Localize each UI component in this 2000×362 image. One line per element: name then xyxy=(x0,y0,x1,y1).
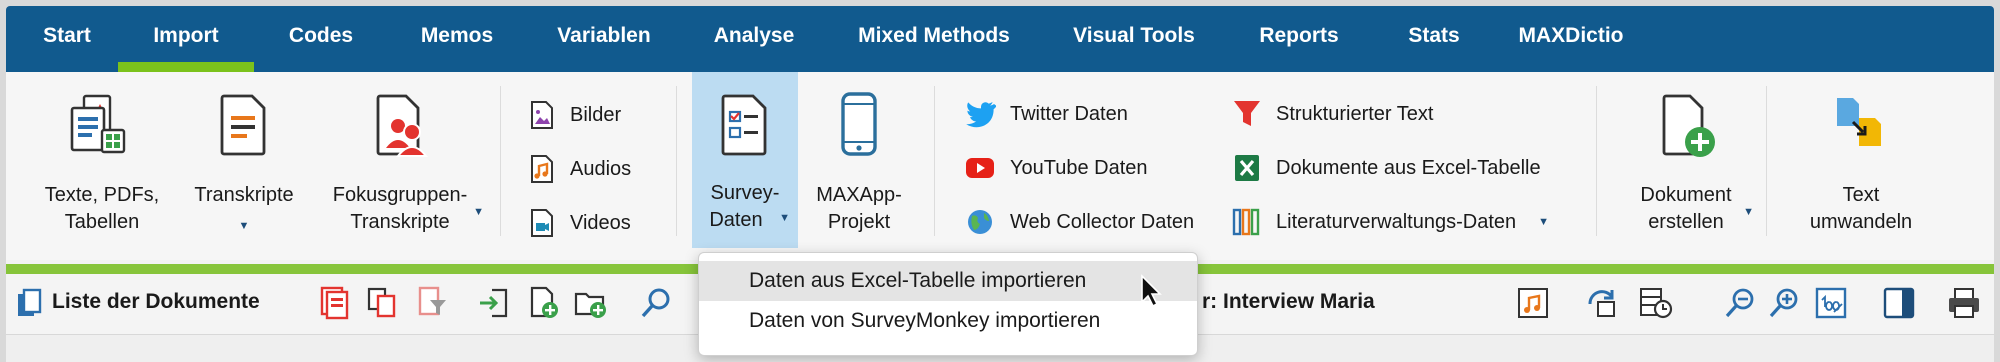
document-list-title: Liste der Dokumente xyxy=(52,290,260,313)
import-ribbon: Texte, PDFs, Tabellen Transkripte ▼ Foku… xyxy=(6,72,1994,260)
new-document-icon xyxy=(1662,94,1715,157)
reference-manager-label: Literaturverwaltungs-Daten xyxy=(1276,210,1517,233)
audio-media-icon[interactable] xyxy=(1516,286,1550,320)
import-twitter-button[interactable]: Twitter Daten xyxy=(964,100,1128,128)
documents-sets-icon[interactable] xyxy=(366,286,400,320)
convert-text-icon xyxy=(1837,98,1881,146)
ribbon-separator xyxy=(934,86,935,236)
import-reference-manager-button[interactable]: Literaturverwaltungs-Daten ▼ xyxy=(1232,206,1549,238)
books-icon xyxy=(1232,208,1260,236)
zoom-in-icon[interactable] xyxy=(1768,286,1802,320)
import-survey-data-button[interactable]: Survey- Daten ▼ xyxy=(692,72,798,248)
ribbon-separator xyxy=(676,86,677,236)
import-videos-button[interactable]: Videos xyxy=(528,208,631,238)
survey-dropdown-caret[interactable]: ▼ xyxy=(779,205,790,232)
youtube-label: YouTube Daten xyxy=(1010,156,1148,179)
tab-memos[interactable]: Memos xyxy=(410,6,504,72)
globe-icon xyxy=(968,210,992,234)
create-document-label-line2: erstellen xyxy=(1648,211,1724,233)
mobile-phone-icon xyxy=(841,92,877,156)
tab-mixed-methods[interactable]: Mixed Methods xyxy=(846,6,1022,72)
document-browser-title: r: Interview Maria xyxy=(1202,290,1375,313)
funnel-icon xyxy=(1234,101,1260,126)
menu-item-import-excel[interactable]: Daten aus Excel-Tabelle importieren xyxy=(699,261,1197,301)
print-icon[interactable] xyxy=(1946,286,1982,320)
tab-start[interactable]: Start xyxy=(28,6,106,72)
import-maxapp-project-button[interactable]: MAXApp- Projekt xyxy=(806,80,912,248)
maxapp-label-line2: Projekt xyxy=(827,211,891,233)
images-label: Bilder xyxy=(570,103,622,126)
text-pdf-table-icon xyxy=(70,94,126,154)
audio-file-icon xyxy=(531,155,553,183)
focus-group-dropdown-caret[interactable]: ▼ xyxy=(473,199,484,226)
import-youtube-button[interactable]: YouTube Daten xyxy=(964,154,1148,182)
create-document-label-line1: Dokument xyxy=(1640,184,1732,206)
tab-codes[interactable]: Codes xyxy=(274,6,368,72)
import-images-button[interactable]: Bilder xyxy=(528,100,621,130)
survey-data-dropdown-menu: Daten aus Excel-Tabelle importieren Date… xyxy=(698,252,1198,356)
search-icon[interactable] xyxy=(640,286,674,320)
tab-analyse[interactable]: Analyse xyxy=(704,6,804,72)
tab-visual-tools[interactable]: Visual Tools xyxy=(1062,6,1206,72)
tab-import[interactable]: Import xyxy=(118,6,254,72)
document-list-icon xyxy=(18,288,42,316)
survey-label-line1: Survey- xyxy=(710,182,780,204)
history-icon[interactable] xyxy=(1638,286,1674,320)
maxapp-label-line1: MAXApp- xyxy=(816,184,902,206)
import-audios-button[interactable]: Audios xyxy=(528,154,631,184)
transcript-icon xyxy=(220,94,266,156)
tab-variablen[interactable]: Variablen xyxy=(546,6,662,72)
video-file-icon xyxy=(531,209,553,237)
excel-icon xyxy=(1235,155,1259,181)
refresh-icon[interactable] xyxy=(1584,286,1620,320)
import-focus-group-button[interactable]: Fokusgruppen- Transkripte ▼ xyxy=(320,80,484,248)
structured-text-label: Strukturierter Text xyxy=(1276,102,1434,125)
convert-text-label-line2: umwandeln xyxy=(1809,211,1913,233)
image-file-icon xyxy=(531,101,553,129)
convert-text-label-line1: Text xyxy=(1842,184,1880,206)
menu-item-import-surveymonkey[interactable]: Daten von SurveyMonkey importieren xyxy=(699,301,1197,341)
import-arrow-icon[interactable] xyxy=(478,286,510,320)
mouse-pointer-icon xyxy=(1141,274,1162,308)
ribbon-separator xyxy=(500,86,501,236)
texts-label-line1: Texte, PDFs, xyxy=(44,184,160,206)
transcripts-dropdown-caret[interactable]: ▼ xyxy=(184,213,304,240)
tab-reports[interactable]: Reports xyxy=(1246,6,1352,72)
new-text-document-icon[interactable] xyxy=(528,286,560,320)
ribbon-separator xyxy=(1766,86,1767,236)
ribbon-separator xyxy=(1596,86,1597,236)
import-transcripts-button[interactable]: Transkripte ▼ xyxy=(184,80,304,248)
youtube-icon xyxy=(966,158,994,178)
focus-group-label-line2: Transkripte xyxy=(350,211,450,233)
survey-form-icon xyxy=(721,94,767,156)
app-window: Start Import Codes Memos Variablen Analy… xyxy=(6,6,1994,362)
zoom-100-percent-icon[interactable] xyxy=(1814,286,1848,320)
texts-label-line2: Tabellen xyxy=(64,211,140,233)
import-texts-pdfs-button[interactable]: Texte, PDFs, Tabellen xyxy=(28,80,176,248)
new-document-group-icon[interactable] xyxy=(574,286,608,320)
excel-documents-label: Dokumente aus Excel-Tabelle xyxy=(1276,156,1541,179)
twitter-label: Twitter Daten xyxy=(1010,102,1128,125)
videos-label: Videos xyxy=(570,211,631,234)
web-collector-label: Web Collector Daten xyxy=(1010,210,1195,233)
transcripts-label: Transkripte xyxy=(194,184,294,206)
import-web-collector-button[interactable]: Web Collector Daten xyxy=(964,208,1194,236)
create-document-button[interactable]: Dokument erstellen ▼ xyxy=(1616,80,1756,248)
import-excel-documents-button[interactable]: Dokumente aus Excel-Tabelle xyxy=(1232,152,1541,184)
zoom-out-icon[interactable] xyxy=(1724,286,1758,320)
create-document-dropdown-caret[interactable]: ▼ xyxy=(1743,199,1754,226)
reference-manager-dropdown-caret[interactable]: ▼ xyxy=(1538,216,1549,228)
twitter-bird-icon xyxy=(966,102,996,128)
focus-group-icon xyxy=(376,94,429,157)
focus-group-label-line1: Fokusgruppen- xyxy=(332,184,468,206)
side-panel-icon[interactable] xyxy=(1882,286,1916,320)
main-menu-bar: Start Import Codes Memos Variablen Analy… xyxy=(6,6,1994,72)
tab-maxdictio[interactable]: MAXDictio xyxy=(1506,6,1636,72)
audios-label: Audios xyxy=(570,157,632,180)
filter-documents-icon[interactable] xyxy=(416,286,448,320)
tab-stats[interactable]: Stats xyxy=(1394,6,1474,72)
import-structured-text-button[interactable]: Strukturierter Text xyxy=(1232,98,1433,130)
activate-documents-icon[interactable] xyxy=(318,286,350,320)
convert-text-button[interactable]: Text umwandeln xyxy=(1796,80,1926,248)
